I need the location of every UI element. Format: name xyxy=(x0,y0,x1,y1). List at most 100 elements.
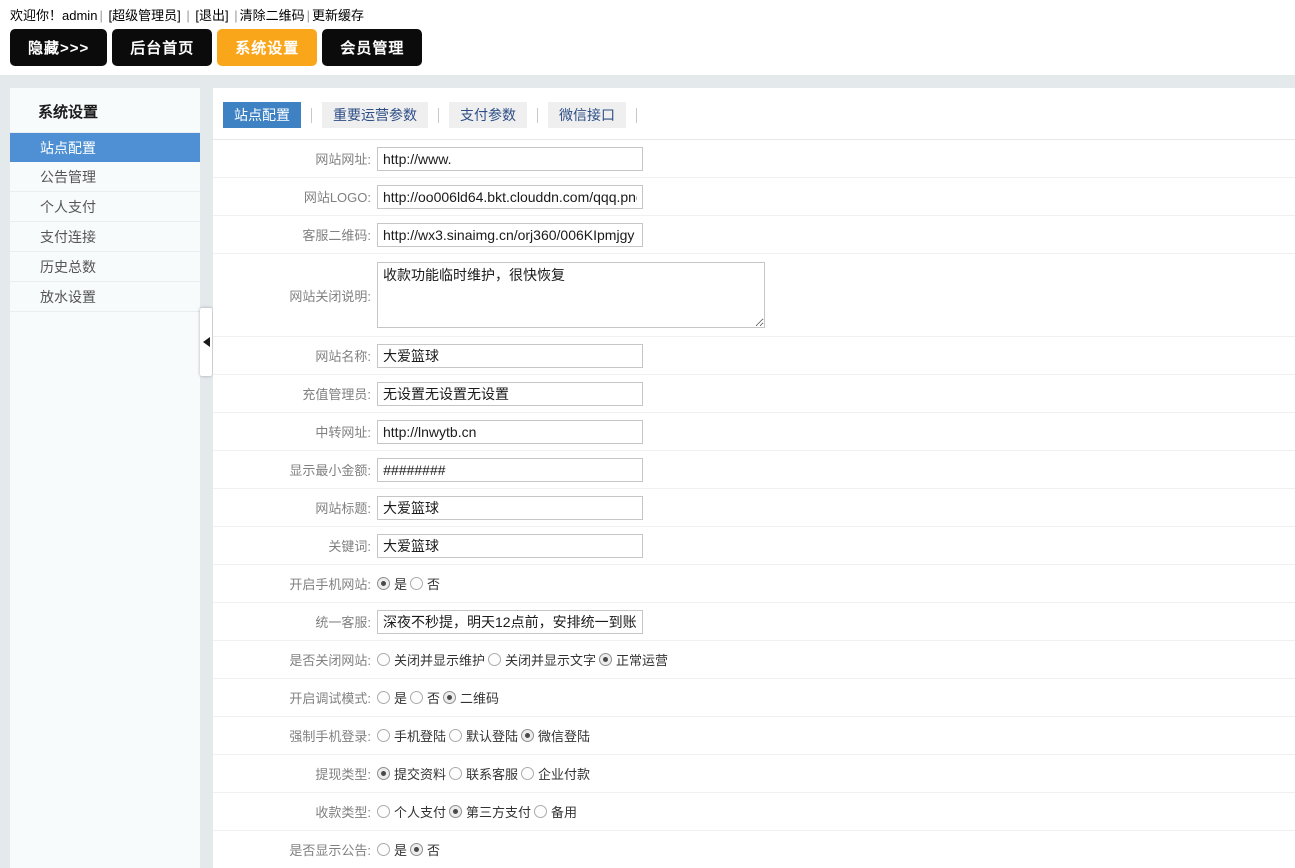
sidebar-item-history-total[interactable]: 历史总数 xyxy=(10,252,200,282)
refresh-cache-link[interactable]: 更新缓存 xyxy=(312,8,364,23)
site-logo-control xyxy=(377,185,643,209)
site-closed-option-2[interactable]: 正常运营 xyxy=(599,650,668,669)
clear-qr-link[interactable]: 清除二维码 xyxy=(240,8,305,23)
radio-button[interactable] xyxy=(410,691,423,704)
site-name-input[interactable] xyxy=(377,344,643,368)
mobile-site-option-label: 否 xyxy=(427,574,440,593)
sidebar-item-payment-link[interactable]: 支付连接 xyxy=(10,222,200,252)
logout-link[interactable]: [退出] xyxy=(195,8,228,23)
nav-button-home[interactable]: 后台首页 xyxy=(112,29,212,66)
show-notice-option-label: 是 xyxy=(394,840,407,859)
radio-button[interactable] xyxy=(377,843,390,856)
radio-button[interactable] xyxy=(534,805,547,818)
radio-button[interactable] xyxy=(377,653,390,666)
separator: | xyxy=(234,8,237,23)
recharge-admin-control xyxy=(377,382,643,406)
site-close-note-control xyxy=(377,262,765,328)
force-mobile-login-option-0[interactable]: 手机登陆 xyxy=(377,726,446,745)
welcome-bar: 欢迎你！admin| [超级管理员] | [退出] |清除二维码|更新缓存 xyxy=(0,0,1295,24)
payment-type-option-label: 备用 xyxy=(551,802,577,821)
site-url-input[interactable] xyxy=(377,147,643,171)
keywords-input[interactable] xyxy=(377,534,643,558)
site-title-input[interactable] xyxy=(377,496,643,520)
min-display-amount-input[interactable] xyxy=(377,458,643,482)
site-closed-option-label: 关闭并显示文字 xyxy=(505,650,596,669)
site-closed-option-0[interactable]: 关闭并显示维护 xyxy=(377,650,485,669)
withdraw-type-option-0[interactable]: 提交资料 xyxy=(377,764,446,783)
radio-button-checked[interactable] xyxy=(449,805,462,818)
radio-button[interactable] xyxy=(488,653,501,666)
tab-wechat-api[interactable]: 微信接口 xyxy=(548,102,626,128)
payment-type-control: 个人支付第三方支付 备用 xyxy=(377,802,580,821)
tab-payment-params[interactable]: 支付参数 xyxy=(449,102,527,128)
radio-button[interactable] xyxy=(410,577,423,590)
form-row-min-display-amount: 显示最小金额: xyxy=(213,451,1295,489)
radio-button-checked[interactable] xyxy=(410,843,423,856)
role-badge: [超级管理员] xyxy=(108,8,180,23)
nav-button-hide[interactable]: 隐藏>>> xyxy=(10,29,107,66)
debug-mode-option-label: 二维码 xyxy=(460,688,499,707)
radio-button-checked[interactable] xyxy=(599,653,612,666)
show-notice-option-1[interactable]: 否 xyxy=(410,840,440,859)
recharge-admin-input[interactable] xyxy=(377,382,643,406)
payment-type-option-0[interactable]: 个人支付 xyxy=(377,802,446,821)
withdraw-type-label: 提现类型: xyxy=(213,764,371,783)
form-row-mobile-site: 开启手机网站:是否 xyxy=(213,565,1295,603)
radio-button[interactable] xyxy=(377,691,390,704)
site-close-note-textarea[interactable] xyxy=(377,262,765,328)
radio-button[interactable] xyxy=(521,767,534,780)
radio-button-checked[interactable] xyxy=(377,767,390,780)
form-row-payment-type: 收款类型:个人支付第三方支付备用 xyxy=(213,793,1295,831)
withdraw-type-option-label: 提交资料 xyxy=(394,764,446,783)
debug-mode-option-0[interactable]: 是 xyxy=(377,688,407,707)
redirect-url-label: 中转网址: xyxy=(213,422,371,441)
keywords-control xyxy=(377,534,643,558)
redirect-url-input[interactable] xyxy=(377,420,643,444)
tab-site-config[interactable]: 站点配置 xyxy=(223,102,301,128)
debug-mode-control: 是 否 二维码 xyxy=(377,688,502,707)
service-qr-code-input[interactable] xyxy=(377,223,643,247)
tab-operation-params[interactable]: 重要运营参数 xyxy=(322,102,428,128)
force-mobile-login-option-1[interactable]: 默认登陆 xyxy=(449,726,518,745)
sidebar: 系统设置 站点配置公告管理个人支付支付连接历史总数放水设置 xyxy=(10,88,200,868)
settings-form: 网站网址:网站LOGO:客服二维码:网站关闭说明:网站名称:充值管理员:中转网址… xyxy=(213,140,1295,868)
payment-type-option-2[interactable]: 备用 xyxy=(534,802,577,821)
radio-button-checked[interactable] xyxy=(443,691,456,704)
force-mobile-login-option-2[interactable]: 微信登陆 xyxy=(521,726,590,745)
sidebar-item-notice-management[interactable]: 公告管理 xyxy=(10,162,200,192)
show-notice-option-0[interactable]: 是 xyxy=(377,840,407,859)
radio-button-checked[interactable] xyxy=(521,729,534,742)
form-row-service-qr-code: 客服二维码: xyxy=(213,216,1295,254)
form-row-withdraw-type: 提现类型: 提交资料联系客服企业付款 xyxy=(213,755,1295,793)
withdraw-type-control: 提交资料联系客服企业付款 xyxy=(377,764,593,783)
nav-button-system-settings[interactable]: 系统设置 xyxy=(217,29,317,66)
radio-button-checked[interactable] xyxy=(377,577,390,590)
nav-button-member-management[interactable]: 会员管理 xyxy=(322,29,422,66)
radio-button[interactable] xyxy=(377,805,390,818)
site-logo-input[interactable] xyxy=(377,185,643,209)
mobile-site-option-1[interactable]: 否 xyxy=(410,574,440,593)
show-notice-option-label: 否 xyxy=(427,840,440,859)
sidebar-item-personal-payment[interactable]: 个人支付 xyxy=(10,192,200,222)
debug-mode-option-label: 否 xyxy=(427,688,440,707)
debug-mode-option-1[interactable]: 否 xyxy=(410,688,440,707)
force-mobile-login-control: 手机登陆默认登陆微信登陆 xyxy=(377,726,593,745)
radio-button[interactable] xyxy=(377,729,390,742)
unified-service-input[interactable] xyxy=(377,610,643,634)
mobile-site-option-0[interactable]: 是 xyxy=(377,574,407,593)
redirect-url-control xyxy=(377,420,643,444)
sidebar-item-site-config[interactable]: 站点配置 xyxy=(10,132,200,162)
radio-button[interactable] xyxy=(449,729,462,742)
site-name-label: 网站名称: xyxy=(213,346,371,365)
withdraw-type-option-2[interactable]: 企业付款 xyxy=(521,764,590,783)
site-closed-option-1[interactable]: 关闭并显示文字 xyxy=(488,650,596,669)
site-url-label: 网站网址: xyxy=(213,149,371,168)
radio-button[interactable] xyxy=(449,767,462,780)
sidebar-collapse-handle[interactable] xyxy=(200,308,212,376)
sidebar-item-water-settings[interactable]: 放水设置 xyxy=(10,282,200,312)
payment-type-option-1[interactable]: 第三方支付 xyxy=(449,802,531,821)
unified-service-label: 统一客服: xyxy=(213,612,371,631)
debug-mode-option-2[interactable]: 二维码 xyxy=(443,688,499,707)
withdraw-type-option-1[interactable]: 联系客服 xyxy=(449,764,518,783)
tab-separator xyxy=(636,108,637,123)
